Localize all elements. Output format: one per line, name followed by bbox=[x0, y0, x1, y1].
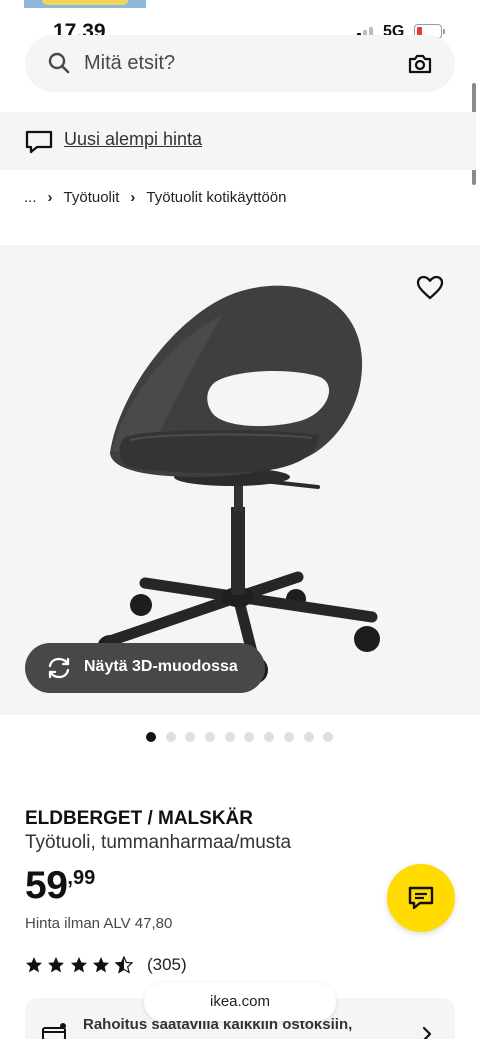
price-excl-vat: Hinta ilman ALV 47,80 bbox=[25, 915, 173, 932]
gallery-dot[interactable] bbox=[264, 732, 275, 742]
chevron-right-icon: › bbox=[47, 188, 53, 206]
star-full-icon bbox=[26, 957, 42, 973]
review-count[interactable]: (305) bbox=[147, 955, 187, 975]
star-full-icon bbox=[93, 957, 110, 973]
search-input[interactable]: Mitä etsit? bbox=[25, 35, 455, 92]
breadcrumb-item-office-chairs[interactable]: Työtuolit bbox=[64, 189, 120, 206]
view-3d-button[interactable]: Näytä 3D-muodossa bbox=[25, 643, 265, 693]
breadcrumb-ellipsis[interactable]: ... bbox=[24, 189, 37, 206]
price-integer: 59 bbox=[25, 864, 68, 907]
gallery-dot[interactable] bbox=[185, 732, 196, 742]
gallery-dot[interactable] bbox=[165, 732, 176, 742]
speech-bubble-icon bbox=[25, 130, 53, 154]
chevron-right-icon: › bbox=[130, 188, 136, 206]
breadcrumb-item-home-office-chairs[interactable]: Työtuolit kotikäyttöön bbox=[146, 189, 286, 206]
browser-url: ikea.com bbox=[209, 993, 271, 1010]
chevron-right-icon bbox=[422, 1026, 432, 1039]
product-image-gallery[interactable]: Näytä 3D-muodossa bbox=[0, 245, 480, 715]
heart-icon[interactable] bbox=[416, 274, 444, 302]
chat-button[interactable] bbox=[387, 864, 455, 932]
star-full-icon bbox=[48, 957, 65, 973]
gallery-dot[interactable] bbox=[323, 732, 334, 742]
star-full-icon bbox=[70, 957, 87, 973]
gallery-dot[interactable] bbox=[303, 732, 314, 742]
chat-icon bbox=[408, 886, 434, 910]
price-decimals: ,99 bbox=[67, 867, 96, 889]
rotate-3d-icon bbox=[48, 657, 70, 679]
star-half-icon bbox=[114, 956, 133, 974]
search-icon bbox=[48, 52, 70, 74]
new-lower-price-link[interactable]: Uusi alempi hinta bbox=[64, 129, 202, 150]
product-description: Työtuoli, tummanharmaa/musta bbox=[25, 832, 292, 853]
camera-icon[interactable] bbox=[407, 51, 433, 77]
product-rating[interactable]: (305) bbox=[25, 954, 187, 976]
browser-url-bar[interactable]: ikea.com bbox=[144, 983, 336, 1021]
search-placeholder: Mitä etsit? bbox=[84, 52, 176, 74]
price-banner[interactable]: Uusi alempi hinta bbox=[0, 112, 476, 170]
gallery-dot[interactable] bbox=[244, 732, 255, 742]
financing-icon bbox=[42, 1023, 66, 1039]
breadcrumb: ... › Työtuolit › Työtuolit kotikäyttöön bbox=[24, 187, 286, 207]
product-name: ELDBERGET / MALSKÄR bbox=[25, 808, 253, 829]
gallery-dot[interactable] bbox=[283, 732, 294, 742]
gallery-pagination[interactable] bbox=[146, 732, 334, 742]
gallery-dot[interactable] bbox=[205, 732, 216, 742]
product-price: 59,99 bbox=[25, 864, 95, 908]
top-image-strip bbox=[24, 0, 146, 8]
gallery-dot[interactable] bbox=[146, 732, 156, 742]
gallery-dot[interactable] bbox=[224, 732, 235, 742]
view-3d-label: Näytä 3D-muodossa bbox=[84, 658, 238, 675]
